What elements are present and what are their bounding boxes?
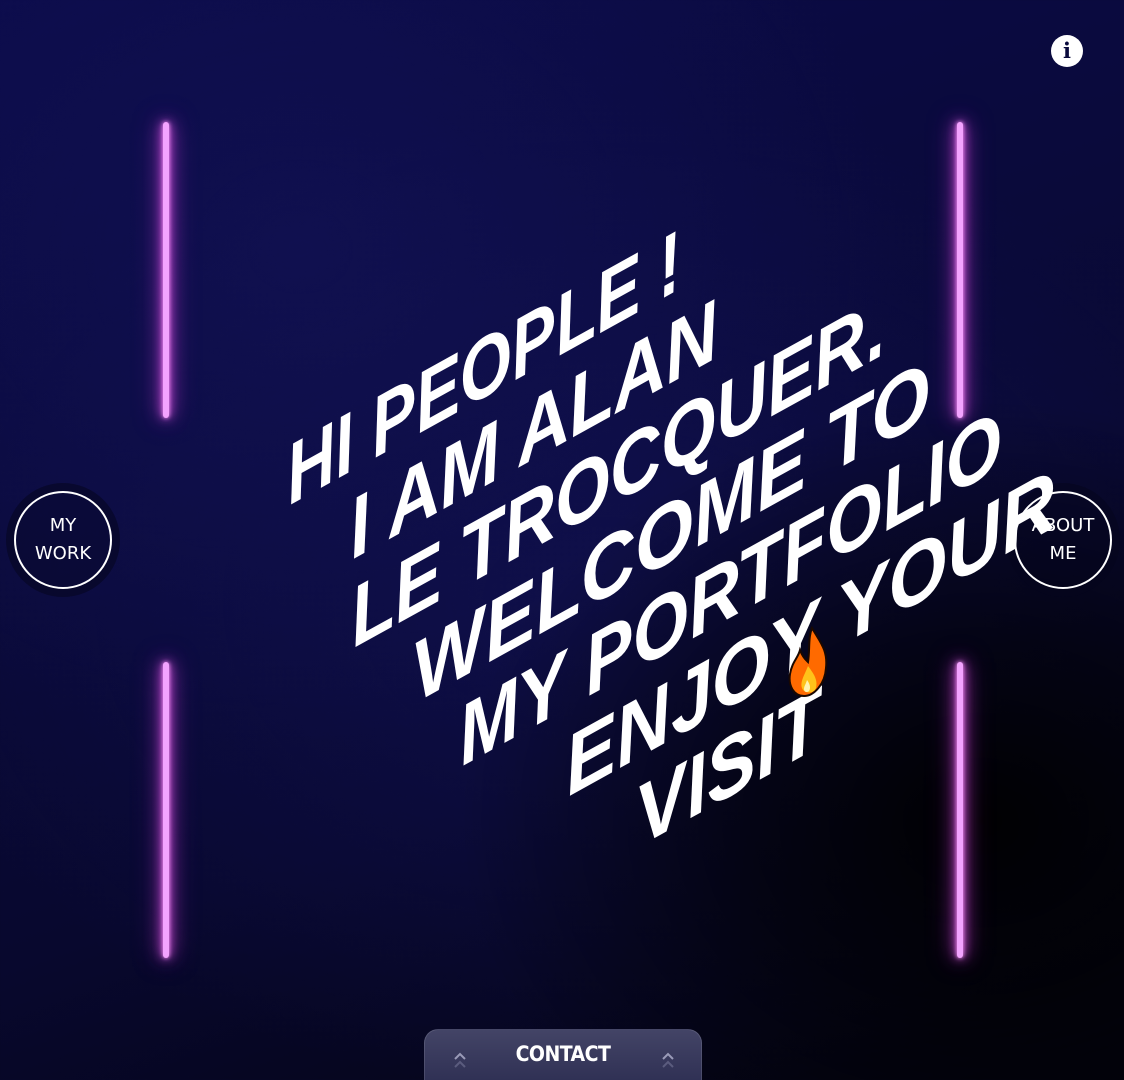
chevron-up-icon xyxy=(660,1050,676,1074)
contact-button[interactable]: CONTACT xyxy=(424,1029,702,1080)
hero-heading: HI PEOPLE ! I AM ALAN LE TROCQUER. WELCO… xyxy=(0,0,1124,1080)
